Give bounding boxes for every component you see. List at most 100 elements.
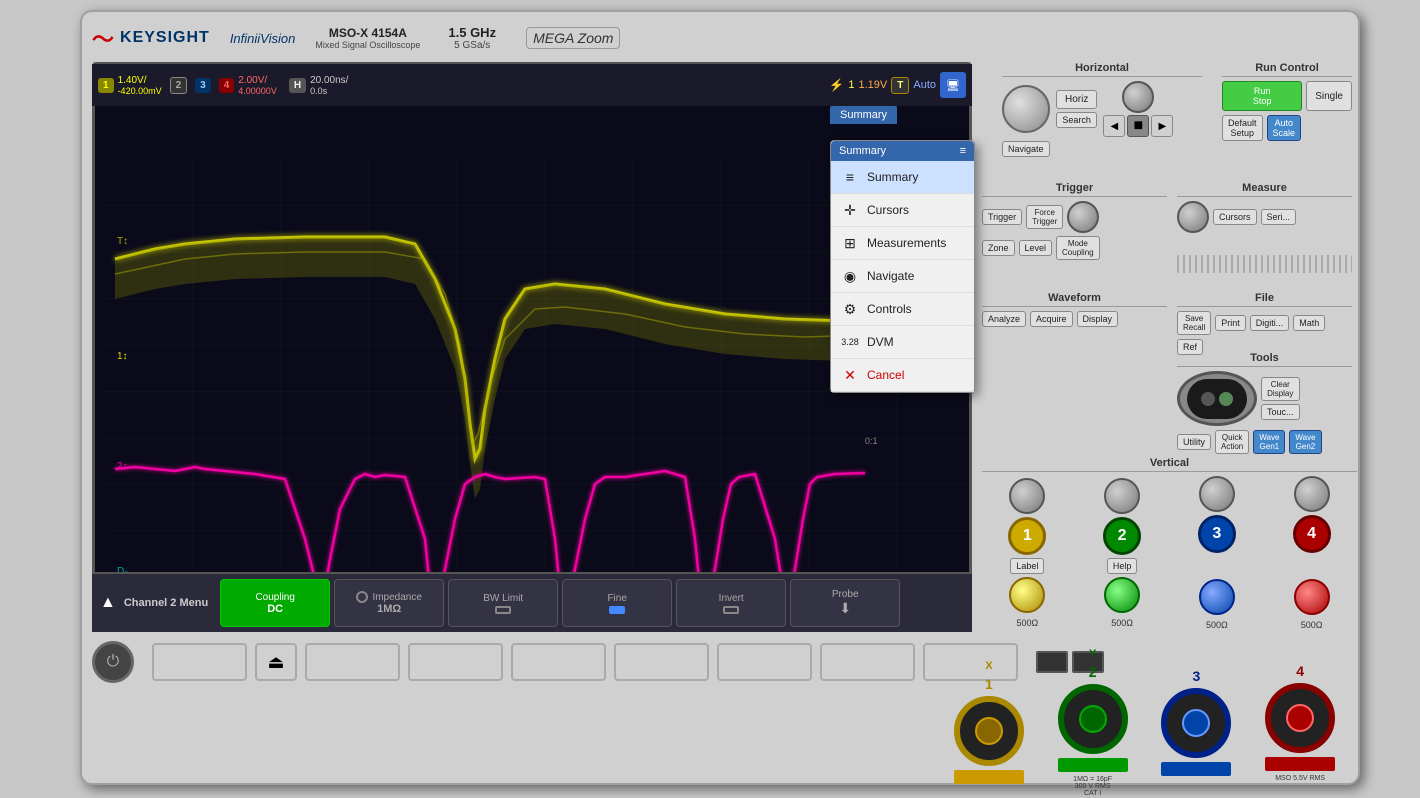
channel3-badge[interactable]: 3 xyxy=(195,78,211,93)
save-recall-button[interactable]: SaveRecall xyxy=(1177,311,1211,335)
ch4-scale-knob[interactable] xyxy=(1294,579,1330,615)
ch4-number: 4 xyxy=(224,80,230,91)
ch3-position-knob[interactable] xyxy=(1199,476,1235,512)
cursors-right-button[interactable]: Cursors xyxy=(1213,209,1257,225)
soft-button-6[interactable] xyxy=(717,643,812,681)
power-button[interactable]: ⏻ xyxy=(92,641,134,683)
touch-button[interactable]: Touc... xyxy=(1261,404,1300,420)
bnc-ch2-center xyxy=(1079,705,1107,733)
menu-item-cancel[interactable]: ✕ Cancel xyxy=(831,359,974,392)
ch1-scale-knob[interactable] xyxy=(1009,577,1045,613)
intensity-display[interactable] xyxy=(1177,371,1257,426)
soft-button-1[interactable] xyxy=(152,643,247,681)
horiz-button[interactable]: Horiz xyxy=(1056,90,1097,109)
nav-stop-button[interactable]: ■ xyxy=(1127,115,1149,137)
ch2-help-button[interactable]: Help xyxy=(1107,558,1138,574)
fine-label: Fine xyxy=(607,593,626,604)
up-arrow-icon[interactable]: ▲ xyxy=(100,594,116,612)
auto-scale-button[interactable]: AutoScale xyxy=(1267,115,1302,141)
probe-button[interactable]: Probe ⬇ xyxy=(790,579,900,627)
time-scale: 20.00ns/ xyxy=(310,75,348,86)
eject-button[interactable]: ⏏ xyxy=(255,643,297,681)
ch1-number: 1 xyxy=(103,80,109,91)
ch2-position-knob[interactable] xyxy=(1104,478,1140,514)
lightning-icon: ⚡ xyxy=(829,78,844,92)
search-button[interactable]: Search xyxy=(1056,112,1097,128)
bnc-ch1-connector[interactable] xyxy=(954,696,1024,766)
soft-button-3[interactable] xyxy=(408,643,503,681)
math-button[interactable]: Math xyxy=(1293,315,1325,331)
digiti-button[interactable]: Digiti... xyxy=(1250,315,1290,331)
bnc-connectors: X 1 Y 2 1MΩ = 16pF300 V RMSCAT I 3 4 xyxy=(937,662,1352,782)
bnc-ch2-connector[interactable] xyxy=(1058,684,1128,754)
trigger-button[interactable]: Trigger xyxy=(982,209,1022,225)
nav-right-button[interactable]: ▶ xyxy=(1151,115,1173,137)
analyze-button[interactable]: Analyze xyxy=(982,311,1026,327)
run-stop-button[interactable]: RunStop xyxy=(1222,81,1302,111)
dvm-icon: 3.28 xyxy=(841,333,859,351)
trigger-level-knob[interactable] xyxy=(1067,201,1099,233)
ch2-vertical-button[interactable]: 2 xyxy=(1103,517,1141,555)
acquire-button[interactable]: Acquire xyxy=(1030,311,1073,327)
ch3-vertical-button[interactable]: 3 xyxy=(1198,515,1236,553)
bnc-ch3-center xyxy=(1182,709,1210,737)
ch1-position-knob[interactable] xyxy=(1009,478,1045,514)
invert-button[interactable]: Invert xyxy=(676,579,786,627)
ch3-scale-knob[interactable] xyxy=(1199,579,1235,615)
menu-item-cursors[interactable]: ✛ Cursors xyxy=(831,194,974,227)
channel1-badge[interactable]: 1 xyxy=(98,78,114,93)
utility-button[interactable]: Utility xyxy=(1177,434,1211,450)
ch1-label-button[interactable]: Label xyxy=(1010,558,1044,574)
soft-button-4[interactable] xyxy=(511,643,606,681)
model-number: MSO-X 4154A xyxy=(329,26,407,40)
ch1-vertical: 1 Label 500Ω xyxy=(1008,478,1046,628)
horizontal-scale-knob[interactable] xyxy=(1122,81,1154,113)
bnc-ch1-center xyxy=(975,717,1003,745)
nav-left-button[interactable]: ◀ xyxy=(1103,115,1125,137)
clear-display-button[interactable]: ClearDisplay xyxy=(1261,377,1300,401)
zone-button[interactable]: Zone xyxy=(982,240,1015,256)
coupling-button[interactable]: Coupling DC xyxy=(220,579,330,627)
bnc-ch4-connector[interactable] xyxy=(1265,683,1335,753)
menu-item-measurements[interactable]: ⊞ Measurements xyxy=(831,227,974,260)
force-trigger-button[interactable]: ForceTrigger xyxy=(1026,205,1063,229)
soft-button-5[interactable] xyxy=(614,643,709,681)
menu-item-navigate[interactable]: ◉ Navigate xyxy=(831,260,974,293)
soft-button-2[interactable] xyxy=(305,643,400,681)
menu-item-controls[interactable]: ⚙ Controls xyxy=(831,293,974,326)
fine-button[interactable]: Fine xyxy=(562,579,672,627)
channel4-badge[interactable]: 4 xyxy=(219,78,235,93)
trigger-badge[interactable]: T xyxy=(891,77,909,94)
mode-coupling-button[interactable]: ModeCoupling xyxy=(1056,236,1100,260)
bw-limit-button[interactable]: BW Limit xyxy=(448,579,558,627)
ch4-position-knob[interactable] xyxy=(1294,476,1330,512)
display-button[interactable]: Display xyxy=(1077,311,1119,327)
navigate-button[interactable]: Navigate xyxy=(1002,141,1050,157)
channel-h-badge[interactable]: H xyxy=(289,78,306,93)
seri-button[interactable]: Seri... xyxy=(1261,209,1297,225)
horizontal-position-knob[interactable] xyxy=(1002,85,1050,133)
single-button[interactable]: Single xyxy=(1306,81,1352,111)
wave-gen2-button[interactable]: WaveGen2 xyxy=(1289,430,1321,454)
measure-section: Measure Cursors Seri... xyxy=(1177,182,1352,273)
ch4-vertical-button[interactable]: 4 xyxy=(1293,515,1331,553)
channel2-badge[interactable]: 2 xyxy=(170,77,188,94)
trigger-label: T xyxy=(897,80,903,91)
default-setup-button[interactable]: DefaultSetup xyxy=(1222,115,1263,141)
summary-tab-button[interactable]: Summary xyxy=(830,106,897,124)
print-button[interactable]: Print xyxy=(1215,315,1246,331)
level-button[interactable]: Level xyxy=(1019,240,1053,256)
impedance-button[interactable]: Impedance 1MΩ xyxy=(334,579,444,627)
soft-button-7[interactable] xyxy=(820,643,915,681)
menu-item-summary[interactable]: ≡ Summary xyxy=(831,161,974,194)
bnc-ch3-connector[interactable] xyxy=(1161,688,1231,758)
wave-gen1-button[interactable]: WaveGen1 xyxy=(1253,430,1285,454)
ch2-scale-knob[interactable] xyxy=(1104,577,1140,613)
quick-action-button[interactable]: QuickAction xyxy=(1215,430,1249,454)
ch1-vertical-button[interactable]: 1 xyxy=(1008,517,1046,555)
impedance-label: Impedance xyxy=(372,592,421,603)
screen-icon[interactable]: 🖥 xyxy=(940,72,966,98)
menu-item-dvm[interactable]: 3.28 DVM xyxy=(831,326,974,359)
ch-h-label: H xyxy=(294,80,301,91)
measure-knob[interactable] xyxy=(1177,201,1209,233)
